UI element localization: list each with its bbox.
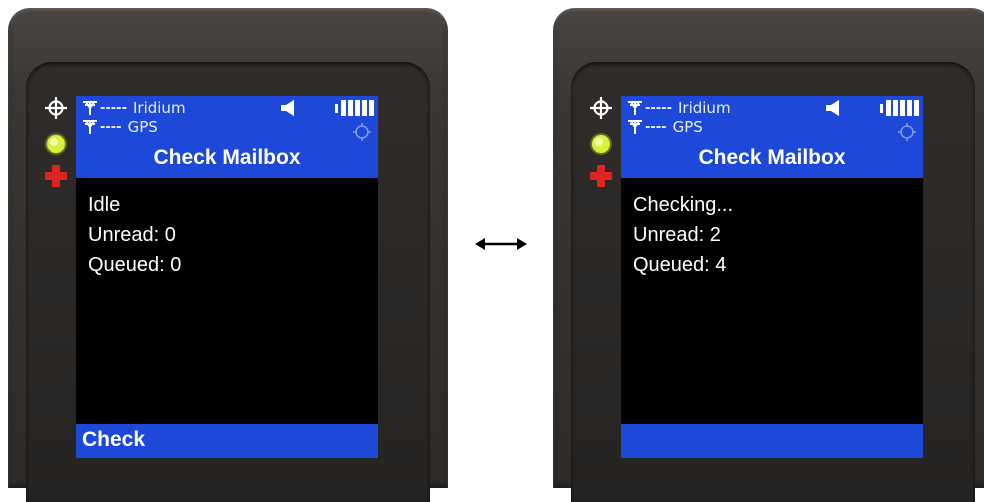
mailbox-status: Checking... Unread: 2 Queued: 4 [633,190,733,280]
signal-dashes: ----- [645,100,672,116]
emergency-cross-icon [589,164,613,188]
battery-icon [335,100,374,116]
side-indicators [44,96,68,196]
gps-signal: ---- GPS [627,118,703,136]
status-bar: ----- Iridium ---- GPS Check Mailbox [76,96,378,178]
antenna-icon [628,120,642,134]
unread-count: Unread: 2 [633,224,721,246]
state-text: Idle [88,194,121,216]
queued-count: Queued: 4 [633,254,727,276]
speaker-icon [281,100,294,116]
gps-crosshair-icon [589,96,613,120]
gps-crosshair-icon [44,96,68,120]
gps-label: GPS [127,118,158,136]
signal-dashes: ---- [645,119,667,135]
gps-target-icon [898,123,916,141]
softkey-bar [621,424,923,458]
battery-icon [880,100,919,116]
status-bar: ----- Iridium ---- GPS Check Mailbox [621,96,923,178]
gps-label: GPS [672,118,703,136]
device-screen: ----- Iridium ---- GPS [76,96,378,458]
device-screen: ----- Iridium ---- GPS [621,96,923,458]
mailbox-status: Idle Unread: 0 Queued: 0 [88,190,181,280]
signal-dashes: ---- [100,119,122,135]
softkey-bar: Check [76,424,378,458]
status-led-icon [589,132,613,156]
screen-title: Check Mailbox [698,146,846,169]
iridium-label: Iridium [677,99,731,117]
side-indicators [589,96,613,196]
device-idle: ----- Iridium ---- GPS Check Mailbox Idl… [8,8,448,502]
emergency-cross-icon [44,164,68,188]
status-led-icon [44,132,68,156]
iridium-signal: ----- Iridium [627,99,731,117]
signal-dashes: ----- [100,100,127,116]
state-text: Checking... [633,194,734,216]
screen-title: Check Mailbox [153,146,301,169]
queued-count: Queued: 0 [88,254,182,276]
gps-signal: ---- GPS [82,118,158,136]
iridium-signal: ----- Iridium [82,99,186,117]
check-softkey[interactable]: Check [82,428,145,452]
iridium-label: Iridium [132,99,186,117]
antenna-icon [83,101,97,115]
double-arrow-icon [475,238,527,250]
antenna-icon [628,101,642,115]
device-checking: ----- Iridium ---- GPS Check Mailbox Che… [553,8,984,502]
speaker-icon [826,100,839,116]
antenna-icon [83,120,97,134]
gps-target-icon [353,123,371,141]
unread-count: Unread: 0 [88,224,176,246]
